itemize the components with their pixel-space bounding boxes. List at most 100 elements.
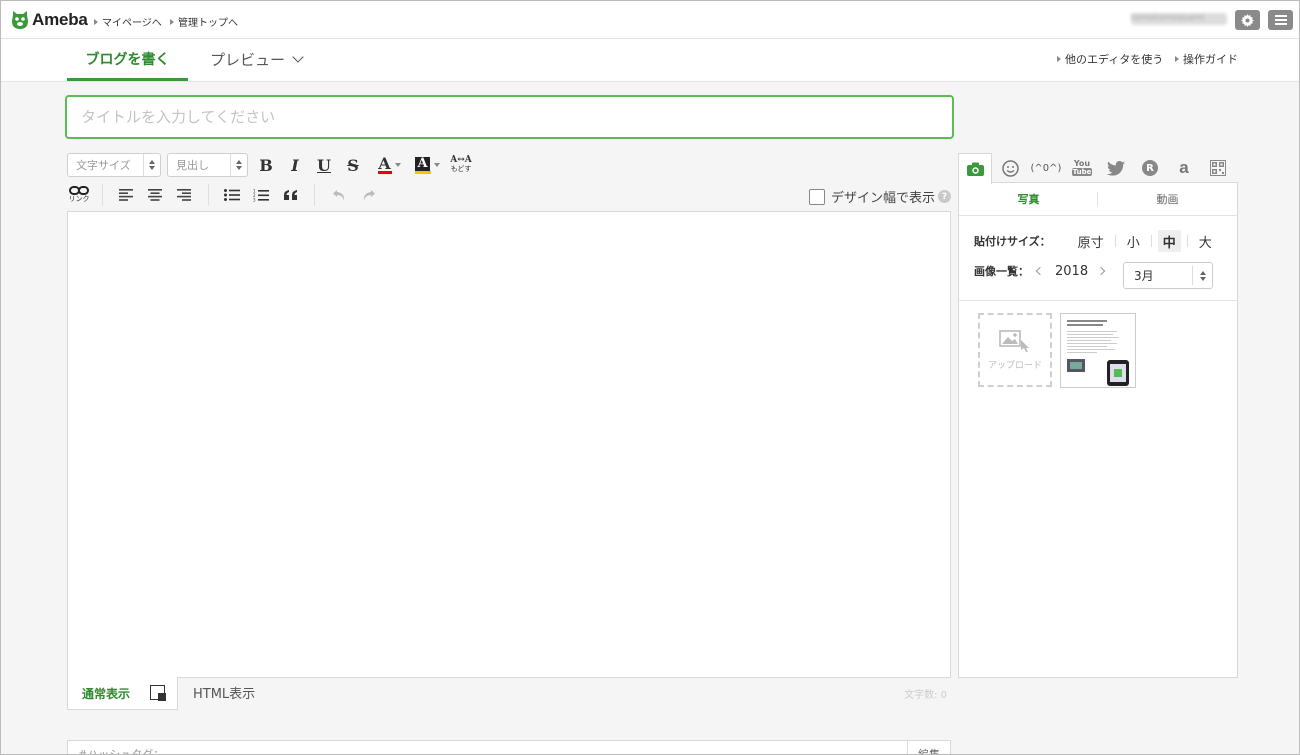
size-large[interactable]: 大 bbox=[1194, 230, 1217, 252]
caret-down-icon bbox=[394, 163, 401, 167]
tab-qr[interactable] bbox=[1201, 153, 1235, 183]
logo-text: Ameba bbox=[32, 10, 88, 29]
title-input[interactable] bbox=[65, 95, 954, 139]
triangle-icon bbox=[1057, 56, 1061, 62]
font-size-select-label: 文字サイズ bbox=[76, 159, 131, 172]
size-small[interactable]: 小 bbox=[1122, 230, 1145, 252]
gear-icon bbox=[1241, 13, 1254, 27]
bg-color-button[interactable]: A bbox=[411, 154, 443, 176]
italic-button[interactable]: I bbox=[286, 154, 304, 176]
image-list-label: 画像一覧： bbox=[974, 265, 1029, 278]
size-divider bbox=[1150, 235, 1152, 247]
size-original[interactable]: 原寸 bbox=[1073, 230, 1109, 252]
align-center-button[interactable] bbox=[145, 184, 165, 206]
reset-format-top: A↔A bbox=[450, 155, 472, 165]
font-color-button[interactable]: A bbox=[373, 154, 405, 176]
operation-guide-link[interactable]: 操作ガイド bbox=[1175, 51, 1238, 67]
bullet-list-icon bbox=[224, 189, 240, 201]
tab-preview-label: プレビュー bbox=[210, 50, 286, 69]
tab-twitter[interactable] bbox=[1099, 153, 1133, 183]
panel-divider bbox=[959, 215, 1237, 216]
year-label: 2018 bbox=[1055, 263, 1089, 279]
align-left-button[interactable] bbox=[116, 184, 136, 206]
camera-icon bbox=[966, 162, 984, 176]
reset-format-button[interactable]: A↔A もどす bbox=[449, 154, 473, 176]
toolbar-divider bbox=[314, 184, 315, 206]
image-thumbnail[interactable] bbox=[1060, 313, 1136, 388]
align-center-icon bbox=[148, 189, 162, 201]
editor-body[interactable] bbox=[67, 211, 951, 678]
emoji-icon bbox=[1001, 159, 1019, 177]
size-divider bbox=[1114, 235, 1116, 247]
help-icon[interactable]: ? bbox=[938, 190, 952, 203]
html-view-tab[interactable]: HTML表示 bbox=[193, 677, 255, 707]
triangle-icon bbox=[170, 18, 174, 25]
youtube-icon: Tube bbox=[1071, 168, 1093, 176]
link-button[interactable]: リンク bbox=[67, 184, 91, 206]
month-select-label: 3月 bbox=[1134, 269, 1154, 283]
view-mode-icon bbox=[150, 685, 166, 701]
bold-button[interactable]: B bbox=[257, 154, 275, 176]
chain-link-icon bbox=[69, 186, 89, 195]
upload-button[interactable]: アップロード bbox=[978, 313, 1052, 387]
toolbar-divider bbox=[208, 184, 209, 206]
bullet-list-button[interactable] bbox=[222, 184, 242, 206]
undo-button[interactable] bbox=[329, 184, 349, 206]
tab-emoji[interactable] bbox=[993, 153, 1027, 183]
strikethrough-button[interactable]: S bbox=[344, 154, 362, 176]
bg-color-swatch bbox=[414, 170, 431, 174]
ameba-logo[interactable]: Ameba bbox=[10, 9, 88, 31]
panel-divider bbox=[959, 300, 1237, 301]
subtab-photo[interactable]: 写真 bbox=[959, 183, 1098, 215]
tab-kaomoji[interactable]: (^0^) bbox=[1027, 153, 1065, 183]
bg-color-icon: A bbox=[414, 155, 431, 174]
hashtag-field[interactable]: #ハッシュタグ： 編集 bbox=[67, 740, 951, 755]
admin-top-link[interactable]: 管理トップへ bbox=[170, 14, 238, 29]
tab-amazon[interactable]: a bbox=[1167, 153, 1201, 183]
font-color-glyph: A bbox=[378, 154, 391, 173]
tab-rakuten[interactable]: R bbox=[1133, 153, 1167, 183]
hashtag-edit-button[interactable]: 編集 bbox=[907, 741, 950, 754]
numbered-list-icon: 123 bbox=[253, 189, 269, 202]
align-right-button[interactable] bbox=[174, 184, 194, 206]
prev-year-icon[interactable] bbox=[1035, 266, 1045, 276]
tab-youtube[interactable]: You Tube bbox=[1065, 153, 1099, 183]
thumbnail-preview bbox=[1061, 314, 1135, 387]
font-color-icon: A bbox=[377, 154, 392, 174]
underline-button[interactable]: U bbox=[315, 154, 333, 176]
paste-size-row: 貼付けサイズ： 原寸 小 中 大 bbox=[974, 230, 1217, 252]
side-panel: 写真 動画 貼付けサイズ： 原寸 小 中 大 画像一覧： 2018 3月 アップ… bbox=[958, 182, 1238, 678]
size-medium[interactable]: 中 bbox=[1157, 230, 1181, 252]
rakuten-icon: R bbox=[1142, 160, 1158, 176]
blockquote-button[interactable] bbox=[281, 184, 301, 206]
menu-button[interactable] bbox=[1268, 10, 1293, 30]
side-panel-tabs: (^0^) You Tube R a bbox=[958, 153, 1238, 184]
numbered-list-button[interactable]: 123 bbox=[251, 184, 271, 206]
next-year-icon[interactable] bbox=[1096, 266, 1106, 276]
hamburger-icon bbox=[1274, 15, 1287, 25]
month-select[interactable]: 3月 bbox=[1123, 262, 1213, 289]
normal-view-tab[interactable]: 通常表示 bbox=[67, 677, 178, 710]
subtab-video[interactable]: 動画 bbox=[1098, 183, 1237, 215]
bg-color-glyph: A bbox=[415, 155, 430, 171]
char-count: 文字数: 0 bbox=[904, 690, 947, 701]
reset-format-label: もどす bbox=[450, 165, 472, 173]
design-width-toggle[interactable]: デザイン幅で表示 ? bbox=[809, 187, 952, 206]
align-right-icon bbox=[177, 189, 191, 201]
hashtag-label: #ハッシュタグ： bbox=[78, 748, 165, 755]
align-left-icon bbox=[119, 189, 133, 201]
design-width-checkbox[interactable] bbox=[809, 188, 825, 205]
tab-photo[interactable] bbox=[958, 153, 992, 184]
tab-write-blog[interactable]: ブログを書く bbox=[67, 39, 188, 81]
ameba-logo-icon bbox=[12, 11, 28, 29]
username[interactable]: tomotomoasami bbox=[1131, 13, 1227, 25]
twitter-icon bbox=[1107, 160, 1125, 176]
mypage-link[interactable]: マイページへ bbox=[94, 14, 162, 29]
heading-select[interactable]: 見出し bbox=[167, 153, 248, 177]
redo-button[interactable] bbox=[358, 184, 378, 206]
other-editor-link[interactable]: 他のエディタを使う bbox=[1057, 51, 1163, 67]
tab-preview[interactable]: プレビュー bbox=[210, 39, 304, 79]
font-size-select[interactable]: 文字サイズ bbox=[67, 153, 161, 177]
updown-arrows-icon bbox=[143, 154, 160, 176]
settings-button[interactable] bbox=[1235, 10, 1260, 30]
